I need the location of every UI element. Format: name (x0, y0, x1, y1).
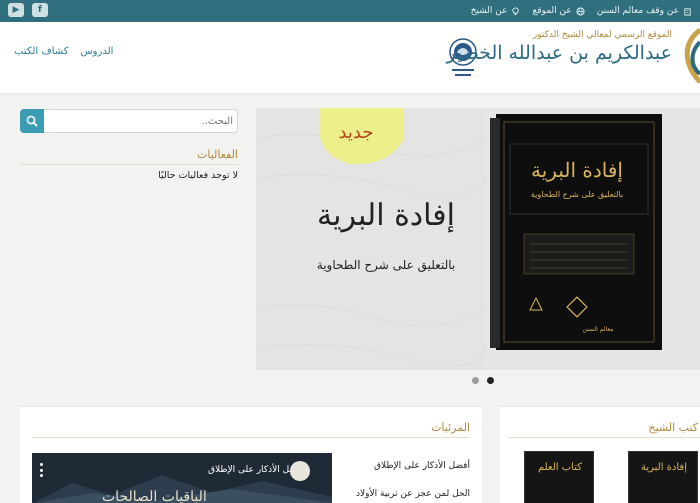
sheikh-books-panel: كتب الشيخ كتاب العلم إفادة البرية (500, 406, 700, 503)
sheikh-name-logo: عبدالكريم بن عبدالله الخضير (446, 42, 672, 64)
book-thumbnail-title: إفادة البرية (641, 462, 687, 473)
events-divider (20, 164, 238, 165)
book-publisher: معالم السنن (582, 326, 614, 333)
about-waqf-link[interactable]: عن وقف معالم السنن (597, 6, 692, 16)
bulb-icon (512, 6, 520, 15)
book-cover-title: إفادة البرية (531, 158, 623, 182)
site-title[interactable]: الموقع الرسمي لمعالي الشيخ الدكتور عبدال… (446, 30, 672, 64)
videos-heading: المرئيات (431, 421, 470, 434)
video-player[interactable]: أفضل الأذكار على الإطلاق الباقيات الصالح… (32, 453, 332, 503)
new-badge: جديد (338, 122, 374, 143)
nav-lessons[interactable]: الدروس (80, 46, 113, 57)
about-waqf-label: عن وقف معالم السنن (596, 6, 679, 16)
videos-divider (32, 437, 470, 438)
site-subtitle: الموقع الرسمي لمعالي الشيخ الدكتور (532, 30, 672, 40)
globe-icon (576, 6, 585, 16)
social-links: ▶ f (8, 3, 48, 17)
videos-panel: المرئيات أفضل الأذكار على الإطلاق الحل ل… (20, 406, 482, 503)
slide-title: إفادة البرية (317, 198, 455, 233)
events-empty-message: لا توجد فعاليات حاليًا (158, 170, 238, 181)
facebook-icon[interactable]: f (32, 3, 48, 17)
youtube-icon[interactable]: ▶ (8, 3, 24, 17)
video-caption: الباقيات الصالحات (102, 489, 207, 503)
about-site-link[interactable]: عن الموقع (532, 6, 585, 16)
channel-avatar (290, 461, 310, 481)
nav-books-index[interactable]: كشاف الكتب (14, 46, 68, 57)
book-thumbnail-title: كتاب العلم (537, 462, 583, 473)
about-sheikh-link[interactable]: عن الشيخ (471, 6, 521, 16)
about-sheikh-label: عن الشيخ (470, 6, 508, 16)
slider-dot-1[interactable] (472, 377, 479, 384)
search-icon (26, 115, 38, 127)
video-menu-icon[interactable] (40, 463, 44, 477)
search-box (20, 109, 238, 133)
top-links: عن الشيخ عن الموقع عن وقف معالم السنن (471, 0, 692, 22)
decorative-swoosh (684, 28, 700, 84)
about-site-label: عن الموقع (532, 6, 572, 16)
book-cover-art (490, 114, 662, 350)
book-cover-subtitle: بالتعليق على شرح الطحاوية (530, 190, 624, 199)
slider-dot-2[interactable] (487, 377, 494, 384)
search-button[interactable] (20, 109, 44, 133)
search-input[interactable] (49, 112, 233, 130)
video-item[interactable]: أفضل الأذكار على الإطلاق (374, 461, 470, 471)
book-thumbnail[interactable]: كتاب العلم (524, 451, 594, 503)
top-bar: عن الشيخ عن الموقع عن وقف معالم السنن ▶ … (0, 0, 700, 22)
site-header: كشاف الكتب الدروس الموقع الرسمي لمعالي ا… (0, 22, 700, 94)
sheikh-books-heading: كتب الشيخ (648, 421, 699, 434)
main-nav: كشاف الكتب الدروس (14, 46, 113, 57)
slider-dots (472, 377, 494, 384)
video-item[interactable]: الحل لمن عجز عن تربية الأولاد (356, 489, 470, 499)
book-cover: إفادة البرية بالتعليق على شرح الطحاوية م… (490, 114, 664, 350)
sheikh-books-divider (508, 437, 700, 438)
building-icon (684, 7, 691, 16)
book-thumbnail[interactable]: إفادة البرية (628, 451, 698, 503)
slide-subtitle: بالتعليق على شرح الطحاوية (316, 258, 456, 272)
events-heading: الفعاليات (196, 148, 238, 161)
hero-slider[interactable]: جديد إفادة البرية بالتعليق على شرح الطحا… (256, 108, 700, 370)
